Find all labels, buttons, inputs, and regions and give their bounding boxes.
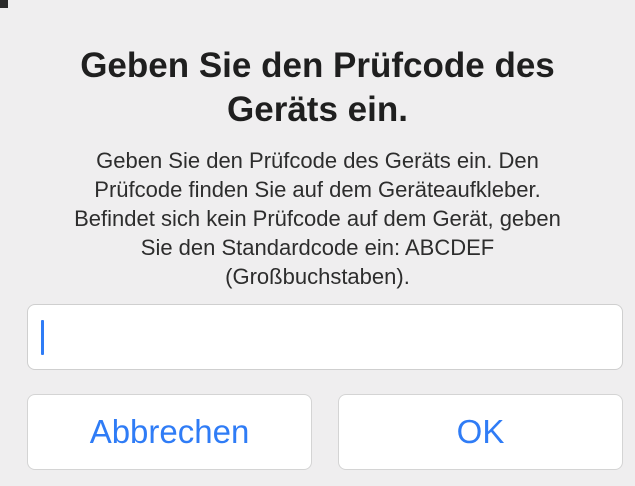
message-line-3: Befindet sich kein Prüfcode auf dem Gerä… xyxy=(74,206,561,231)
cancel-button[interactable]: Abbrechen xyxy=(27,394,312,470)
verification-code-input[interactable] xyxy=(28,305,622,369)
verification-code-field-container[interactable] xyxy=(27,304,623,370)
dialog-title: Geben Sie den Prüfcode des Geräts ein. xyxy=(80,46,555,129)
corner-artifact xyxy=(0,0,8,8)
message-line-5: (Großbuchstaben). xyxy=(225,264,410,289)
message-line-2: Prüfcode finden Sie auf dem Geräteaufkle… xyxy=(94,177,541,202)
message-line-4: Sie den Standardcode ein: ABCDEF xyxy=(140,235,495,260)
ok-button[interactable]: OK xyxy=(338,394,623,470)
dialog-message: Geben Sie den Prüfcode des Geräts ein. D… xyxy=(18,146,617,291)
verification-code-dialog: Geben Sie den Prüfcode des Geräts ein. G… xyxy=(0,0,635,486)
text-cursor xyxy=(41,320,44,355)
message-line-1: Geben Sie den Prüfcode des Geräts ein. D… xyxy=(96,148,539,173)
